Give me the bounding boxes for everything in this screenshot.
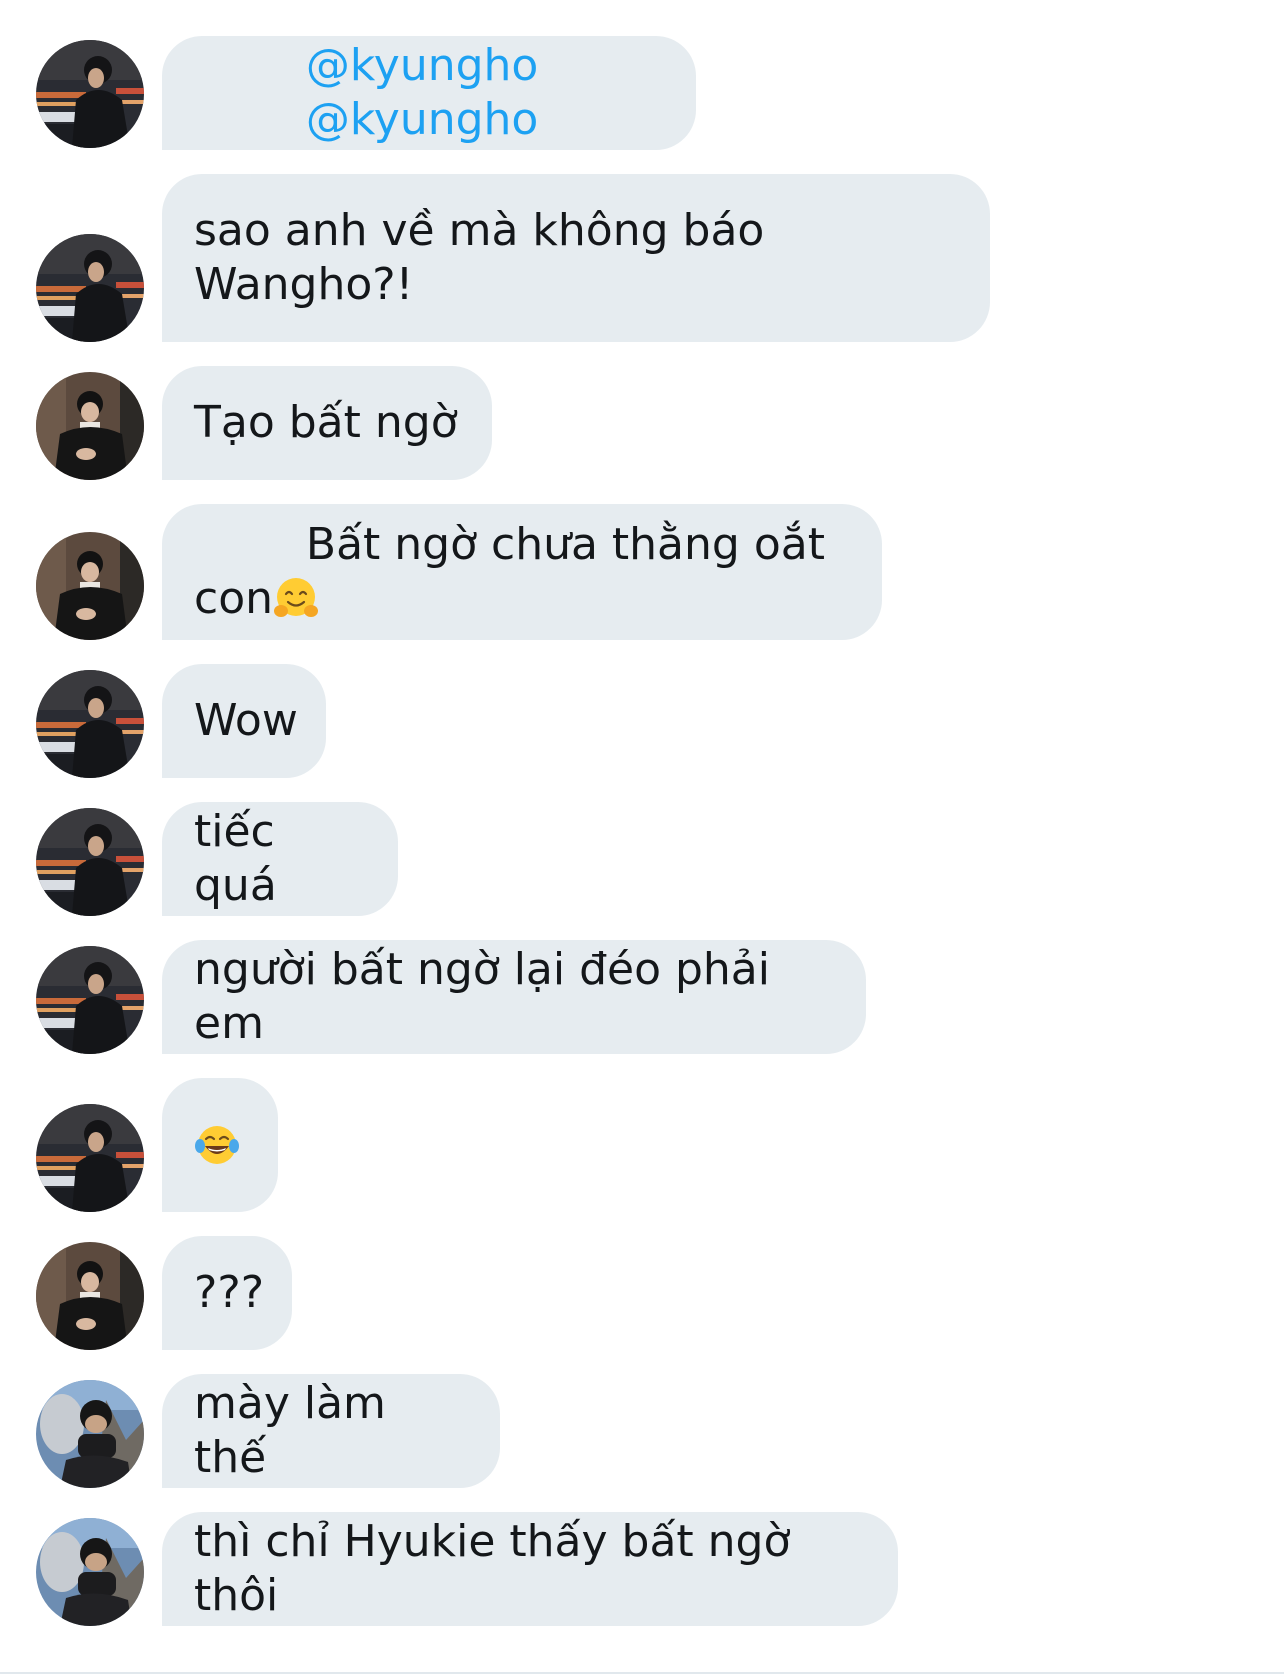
message-bubble: Bất ngờ chưa thằng oắt con [162,504,882,640]
message-text: mày làm thế [194,1378,400,1483]
avatar[interactable] [36,234,144,342]
divider [0,1672,1284,1674]
message-text: Wow [194,695,298,746]
hugging-face-emoji-icon [273,576,319,619]
mention-link[interactable]: @kyungho [306,40,538,91]
message-text: người bất ngờ lại đéo phải em [194,944,784,1049]
message-bubble: tiếc quá [162,802,398,916]
message-bubble: người bất ngờ lại đéo phải em [162,940,866,1054]
avatar[interactable] [36,1242,144,1350]
message-bubble: ??? [162,1236,292,1350]
avatar[interactable] [36,372,144,480]
message-bubble: Wow [162,664,326,778]
avatar[interactable] [36,532,144,640]
avatar[interactable] [36,670,144,778]
message-bubble: sao anh về mà không báo Wangho?! [162,174,990,342]
message-text: tiếc quá [194,806,289,911]
avatar[interactable] [36,40,144,148]
message-bubble [162,1078,278,1212]
avatar[interactable] [36,808,144,916]
message-thread: @kyungho @kyungho sao anh về mà không bá… [0,0,1284,1678]
message-text: Tạo bất ngờ [194,397,458,448]
avatar[interactable] [36,946,144,1054]
message-bubble: @kyungho @kyungho [162,36,696,150]
tears-of-joy-emoji-icon [194,1124,240,1166]
avatar[interactable] [36,1518,144,1626]
message-bubble: mày làm thế [162,1374,500,1488]
message-bubble: Tạo bất ngờ [162,366,492,480]
message-text: sao anh về mà không báo Wangho?! [194,205,765,310]
message-text: thì chỉ Hyukie thấy bất ngờ thôi [194,1516,805,1621]
avatar[interactable] [36,1380,144,1488]
avatar[interactable] [36,1104,144,1212]
message-text: ??? [194,1267,265,1318]
message-bubble: thì chỉ Hyukie thấy bất ngờ thôi [162,1512,898,1626]
mention-link[interactable]: @kyungho [306,94,538,145]
